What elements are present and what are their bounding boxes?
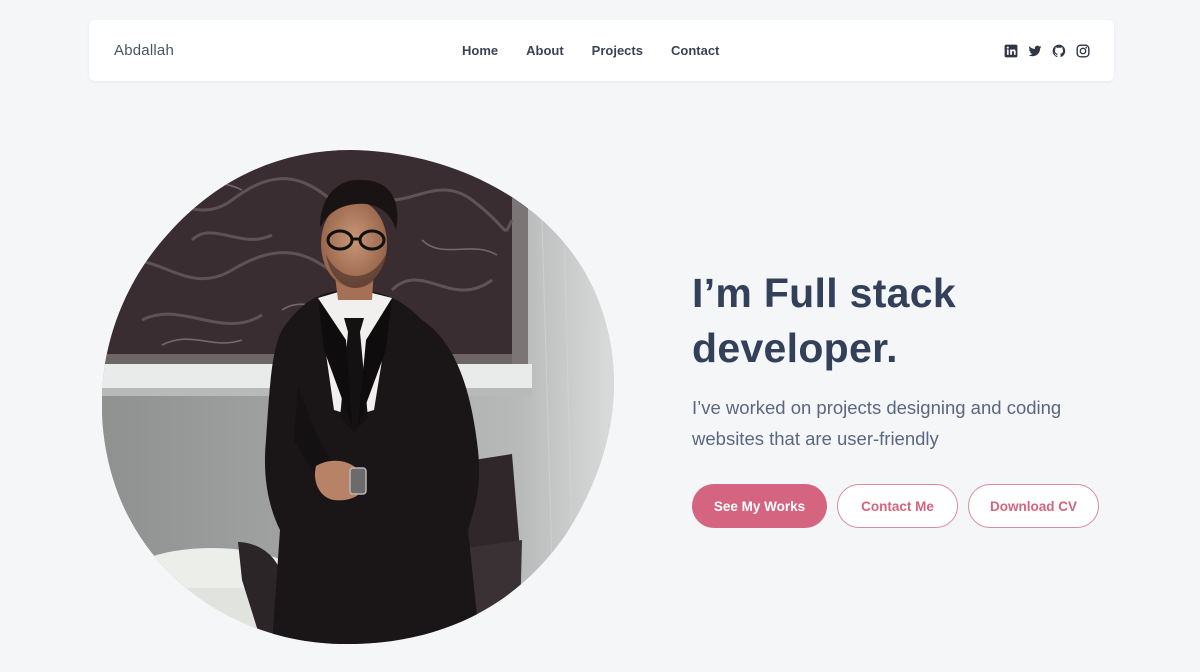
see-my-works-button[interactable]: See My Works (692, 484, 827, 528)
nav-link-projects[interactable]: Projects (592, 43, 643, 58)
contact-me-button[interactable]: Contact Me (837, 484, 958, 528)
hero-subtitle: I’ve worked on projects designing and co… (692, 397, 1062, 449)
hero-title-line1: I’m Full stack (692, 270, 956, 316)
hero-actions: See My Works Contact Me Download CV (692, 484, 1099, 528)
hero-title: I’m Full stack developer. (692, 266, 1172, 376)
nav-link-contact[interactable]: Contact (671, 43, 719, 58)
linkedin-icon[interactable] (1004, 44, 1018, 58)
main-nav: Home About Projects Contact (462, 20, 719, 81)
nav-link-home[interactable]: Home (462, 43, 498, 58)
github-icon[interactable] (1052, 44, 1066, 58)
hero-section: I’m Full stack developer. I’ve worked on… (692, 266, 1172, 454)
download-cv-button[interactable]: Download CV (968, 484, 1099, 528)
brand-logo[interactable]: Abdallah (114, 20, 174, 81)
navbar: Abdallah Home About Projects Contact (89, 20, 1114, 81)
hero-title-line2: developer. (692, 325, 898, 371)
twitter-icon[interactable] (1028, 44, 1042, 58)
social-links (1004, 20, 1090, 81)
nav-link-about[interactable]: About (526, 43, 564, 58)
instagram-icon[interactable] (1076, 43, 1090, 58)
profile-photo (102, 150, 614, 644)
